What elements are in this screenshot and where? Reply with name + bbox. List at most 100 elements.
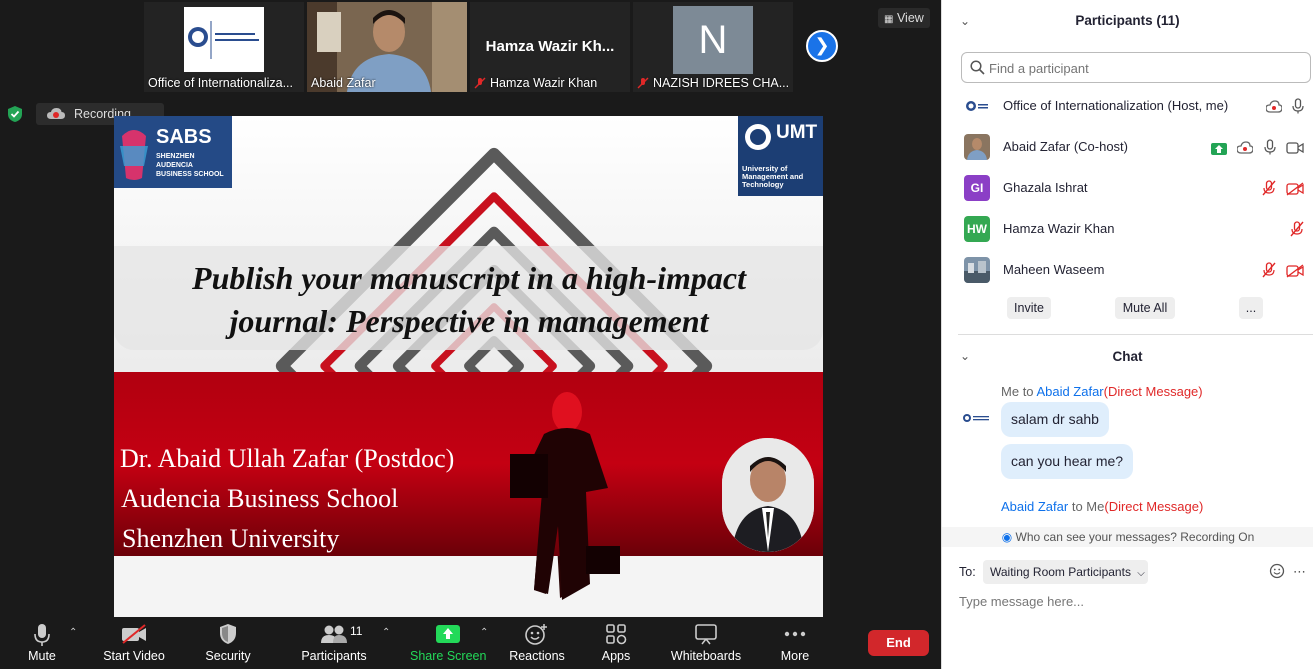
participants-count: 11 bbox=[350, 624, 363, 638]
search-input[interactable] bbox=[989, 58, 1299, 78]
tile-display-name: Hamza Wazir Kh... bbox=[485, 38, 615, 55]
security-shield-icon[interactable] bbox=[6, 105, 24, 123]
emoji-icon[interactable] bbox=[1269, 563, 1285, 579]
apps-label: Apps bbox=[601, 649, 631, 663]
office-avatar bbox=[963, 414, 989, 422]
participant-name: Maheen Waseem bbox=[1003, 262, 1105, 277]
meeting-toolbar: Mute ⌃ Start Video Security 11 Participa… bbox=[0, 617, 941, 669]
tile-name-row: Hamza Wazir Khan bbox=[474, 76, 597, 90]
mic-muted-icon bbox=[1262, 262, 1276, 278]
mic-muted-icon bbox=[1290, 221, 1304, 237]
sender-link[interactable]: Abaid Zafar bbox=[1001, 499, 1068, 514]
cloud-record-icon bbox=[47, 108, 65, 119]
video-off-icon bbox=[122, 624, 146, 644]
participant-row[interactable]: Abaid Zafar (Co-host) bbox=[942, 127, 1313, 168]
office-avatar bbox=[964, 93, 990, 119]
meeting-area: Office of Internationaliza... Abaid Zafa… bbox=[0, 0, 941, 669]
chat-bubble: salam dr sahb bbox=[1001, 402, 1109, 437]
audio-options-caret[interactable]: ⌃ bbox=[69, 627, 77, 638]
more-dots-icon bbox=[784, 631, 806, 637]
abaid-avatar bbox=[964, 134, 990, 160]
security-button[interactable]: Security bbox=[198, 617, 258, 669]
cloud-record-icon bbox=[1236, 141, 1254, 154]
chat-privacy-notice[interactable]: ◉ Who can see your messages? Recording O… bbox=[942, 527, 1313, 547]
invite-button[interactable]: Invite bbox=[1007, 297, 1051, 319]
participant-name: Hamza Wazir Khan bbox=[1003, 221, 1115, 236]
video-gallery-strip: Office of Internationaliza... Abaid Zafa… bbox=[0, 0, 941, 96]
participants-more-button[interactable]: ... bbox=[1239, 297, 1263, 319]
chat-title: Chat bbox=[1112, 349, 1143, 364]
mute-all-button[interactable]: Mute All bbox=[1115, 297, 1175, 319]
author-affiliation-2: Shenzhen University bbox=[122, 524, 340, 553]
reactions-button[interactable]: Reactions bbox=[506, 617, 568, 669]
start-video-button[interactable]: Start Video bbox=[98, 617, 170, 669]
whiteboards-button[interactable]: Whiteboards bbox=[664, 617, 748, 669]
share-screen-icon bbox=[436, 625, 460, 643]
mic-muted-icon bbox=[1262, 180, 1276, 196]
participants-panel-title: Participants (11) bbox=[1075, 13, 1180, 28]
microphone-icon bbox=[1292, 98, 1304, 114]
participant-name: Abaid Zafar (Co-host) bbox=[1003, 139, 1128, 154]
tile-name: Abaid Zafar bbox=[311, 76, 376, 90]
apps-button[interactable]: Apps bbox=[590, 617, 642, 669]
participant-row[interactable]: GI Ghazala Ishrat bbox=[942, 168, 1313, 209]
participant-row[interactable]: Office of Internationalization (Host, me… bbox=[942, 86, 1313, 127]
chat-recipient-dropdown[interactable]: Waiting Room Participants ⌵ bbox=[983, 560, 1148, 584]
search-icon bbox=[970, 60, 985, 75]
participant-name: Office of Internationalization (Host, me… bbox=[1003, 98, 1229, 113]
mute-button[interactable]: Mute bbox=[12, 617, 72, 669]
cloud-record-icon bbox=[1264, 100, 1283, 113]
whiteboard-icon bbox=[695, 624, 717, 645]
video-tile-abaid-zafar[interactable]: Abaid Zafar bbox=[307, 2, 467, 92]
participant-row[interactable]: Maheen Waseem bbox=[942, 250, 1313, 291]
office-logo bbox=[184, 7, 264, 72]
chat-message-input[interactable] bbox=[959, 590, 1299, 612]
participant-row[interactable]: HW Hamza Wazir Khan bbox=[942, 209, 1313, 250]
video-tile-hamza-wazir-khan[interactable]: Hamza Wazir Kh... Hamza Wazir Khan bbox=[470, 2, 630, 92]
chevron-down-icon: ⌵ bbox=[1137, 568, 1145, 579]
participant-initials-avatar: GI bbox=[964, 175, 990, 201]
sharing-screen-icon bbox=[1210, 143, 1227, 155]
tile-name: Hamza Wazir Khan bbox=[490, 76, 598, 90]
participant-initials-avatar: HW bbox=[964, 216, 990, 242]
participant-search[interactable] bbox=[961, 52, 1311, 83]
video-tile-office[interactable]: Office of Internationaliza... bbox=[144, 2, 304, 92]
end-meeting-button[interactable]: End bbox=[868, 630, 929, 656]
author-name: Dr. Abaid Ullah Zafar (Postdoc) bbox=[120, 444, 455, 473]
share-options-caret[interactable]: ⌃ bbox=[480, 627, 488, 638]
view-label: View bbox=[896, 11, 924, 25]
people-icon: ◉ bbox=[1001, 530, 1013, 544]
whiteboards-label: Whiteboards bbox=[670, 649, 742, 663]
shared-screen-slide: SABS SHENZHEN AUDENCIA BUSINESS SCHOOL U… bbox=[114, 116, 823, 617]
video-off-icon bbox=[1286, 264, 1304, 278]
mute-label: Mute bbox=[28, 649, 56, 663]
apps-icon bbox=[606, 624, 627, 645]
reactions-label: Reactions bbox=[509, 649, 565, 663]
participants-button[interactable]: 11 Participants bbox=[298, 617, 370, 669]
recipient-link[interactable]: Abaid Zafar bbox=[1036, 384, 1103, 399]
maheen-avatar bbox=[964, 257, 990, 283]
tile-name-row: NAZISH IDREES CHA... bbox=[637, 76, 789, 90]
chat-to-label: To: bbox=[959, 565, 976, 579]
next-page-button[interactable]: ❯ bbox=[806, 30, 838, 62]
participants-options-caret[interactable]: ⌃ bbox=[382, 627, 390, 638]
security-label: Security bbox=[205, 649, 251, 663]
more-label: More bbox=[780, 649, 810, 663]
video-tile-nazish[interactable]: N NAZISH IDREES CHA... bbox=[633, 2, 793, 92]
more-button[interactable]: More bbox=[770, 617, 820, 669]
security-shield-icon bbox=[220, 624, 236, 644]
share-screen-button[interactable]: Share Screen bbox=[410, 617, 486, 669]
microphone-icon bbox=[1263, 139, 1276, 155]
chat-message-header: Me to Abaid Zafar(Direct Message) bbox=[1001, 384, 1203, 399]
chat-more-icon[interactable]: ⋯ bbox=[1293, 564, 1306, 580]
start-video-label: Start Video bbox=[103, 649, 165, 663]
panel-divider bbox=[958, 334, 1313, 335]
mic-muted-icon bbox=[474, 77, 486, 89]
view-button[interactable]: ▦ View bbox=[878, 8, 930, 28]
microphone-icon bbox=[34, 624, 50, 646]
author-affiliation-1: Audencia Business School bbox=[121, 484, 399, 513]
grid-icon: ▦ bbox=[884, 14, 894, 25]
video-camera-icon bbox=[1286, 142, 1304, 154]
share-screen-label: Share Screen bbox=[410, 649, 487, 663]
video-off-icon bbox=[1286, 182, 1304, 196]
